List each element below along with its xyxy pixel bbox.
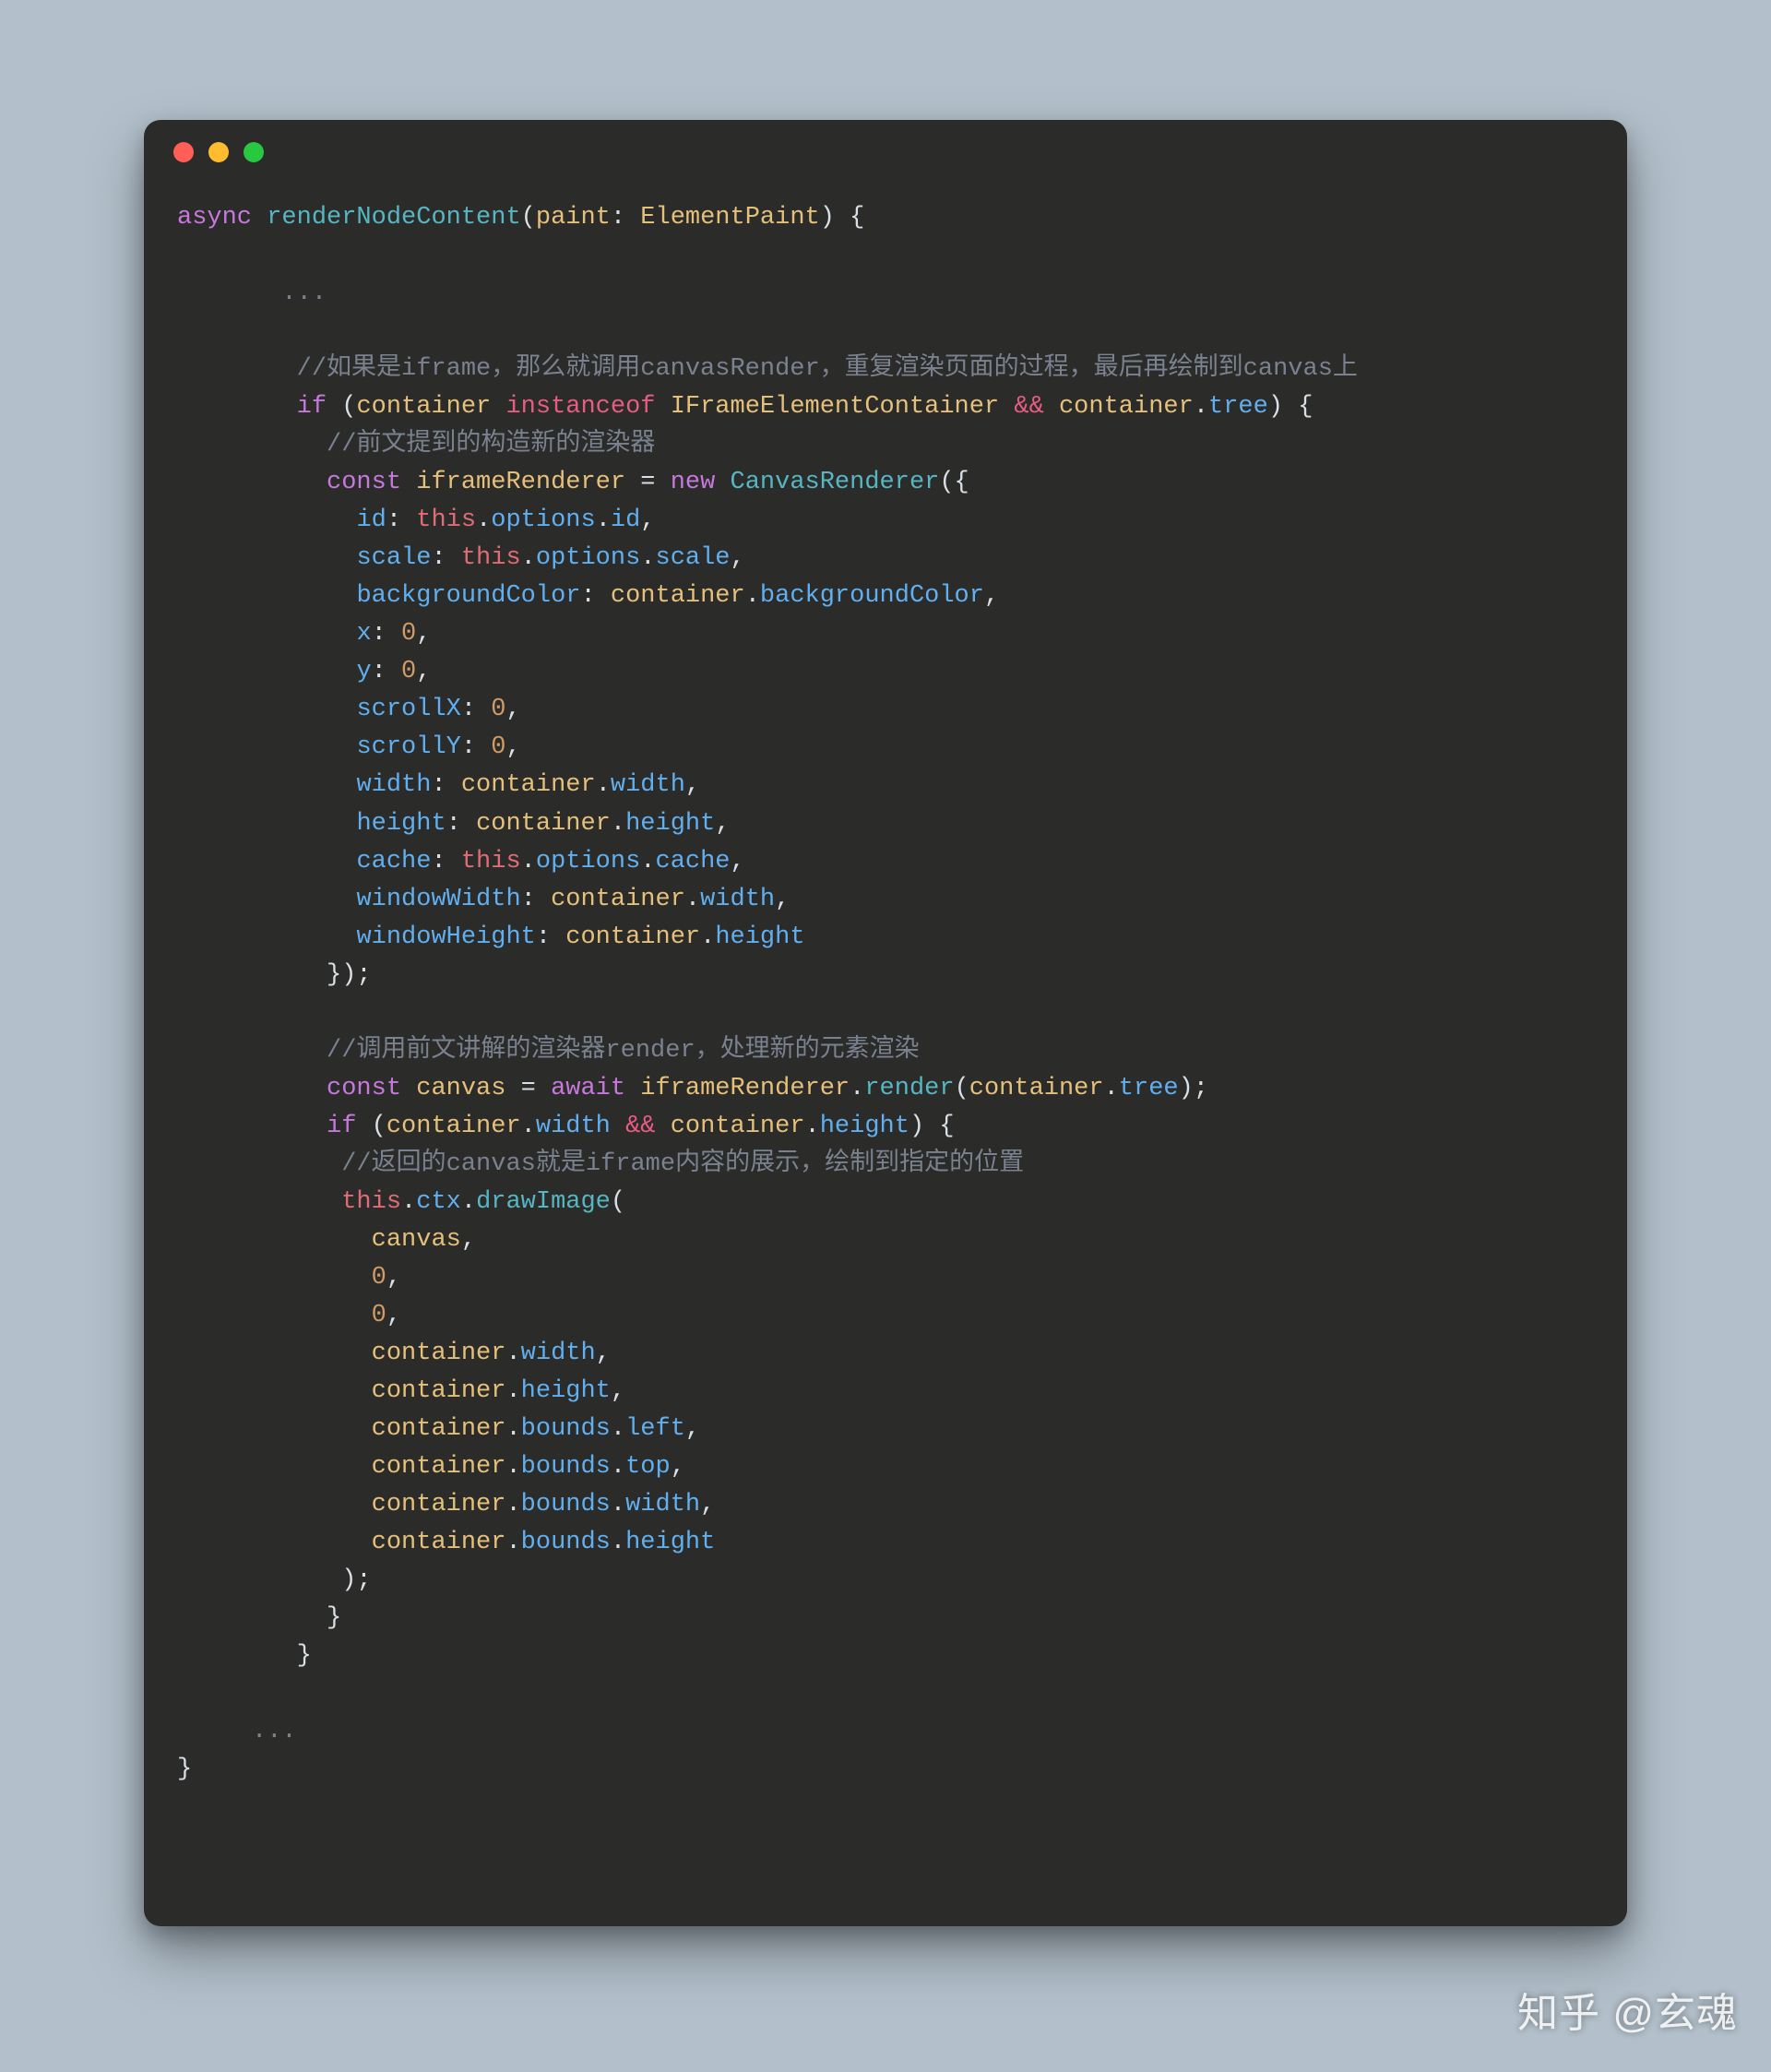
watermark-label: 知乎 @玄魂 [1517,1980,1738,2039]
code-block: async renderNodeContent(paint: ElementPa… [144,185,1627,1822]
window-titlebar [144,120,1627,185]
minimize-icon[interactable] [208,142,229,162]
stage: async renderNodeContent(paint: ElementPa… [0,0,1771,2072]
close-icon[interactable] [173,142,194,162]
zoom-icon[interactable] [244,142,264,162]
code-window: async renderNodeContent(paint: ElementPa… [144,120,1627,1926]
